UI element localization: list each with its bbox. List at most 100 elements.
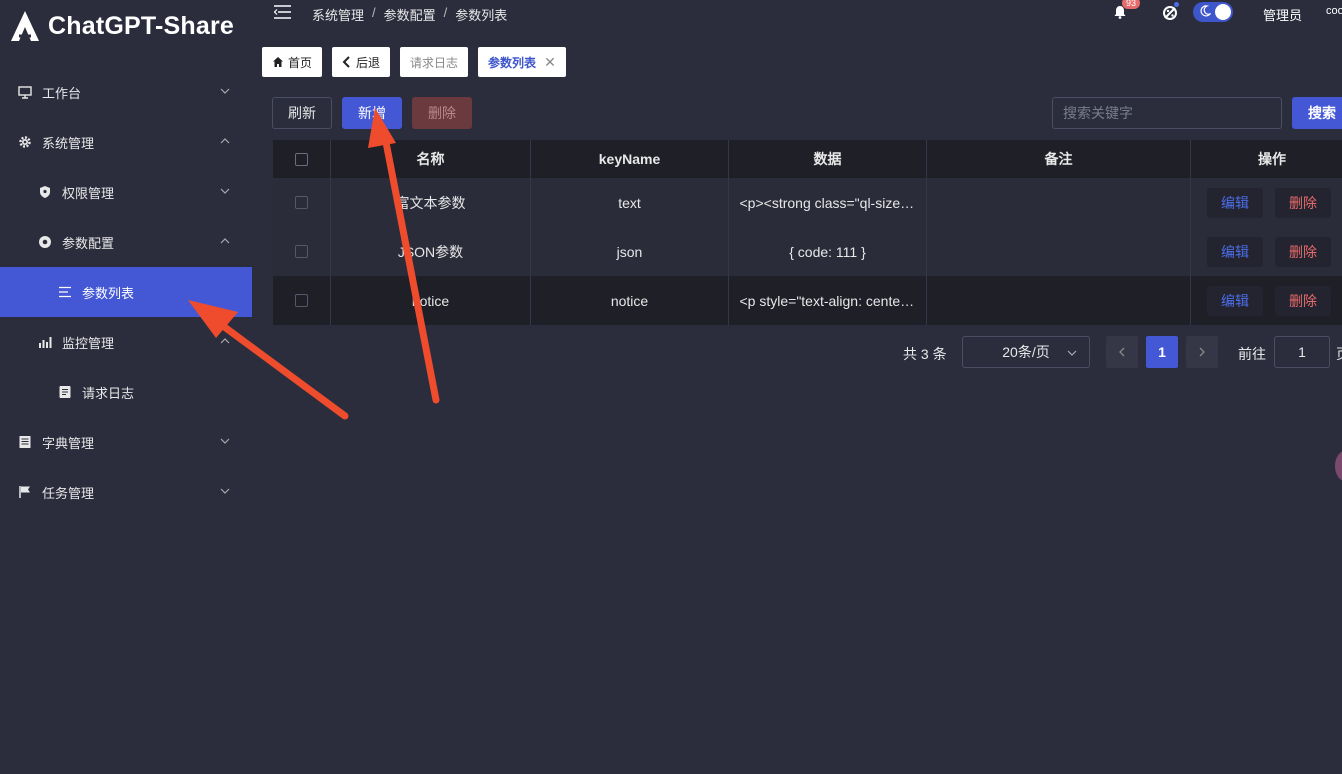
edit-button[interactable]: 编辑	[1207, 236, 1263, 267]
sidebar-item-workbench[interactable]: 工作台	[0, 67, 252, 117]
tag-request-log[interactable]: 请求日志	[400, 47, 469, 77]
tag-back[interactable]: 后退	[332, 47, 391, 77]
sidebar-item-request-log[interactable]: 请求日志	[0, 367, 252, 417]
delete-button[interactable]: 删除	[1275, 285, 1331, 316]
close-icon[interactable]: ✕	[544, 54, 556, 71]
search-input[interactable]	[1052, 97, 1282, 129]
data-cell: { code: 111 }	[729, 227, 927, 276]
batch-delete-button[interactable]: 删除	[412, 97, 472, 129]
monitor-icon	[18, 85, 32, 99]
prev-page-button[interactable]	[1106, 336, 1138, 368]
app-logo[interactable]: ChatGPT-Share	[10, 10, 234, 42]
sidebar-item-system[interactable]: 系统管理	[0, 117, 252, 167]
select-cell	[273, 227, 331, 276]
name-cell: notice	[331, 276, 531, 325]
home-icon	[273, 57, 283, 67]
sidebar: ChatGPT-Share 工作台 系统管理 权限管理 参数配置 参数列表 监控…	[0, 0, 252, 774]
sidebar-item-dictionary[interactable]: 字典管理	[0, 417, 252, 467]
chevron-down-icon	[1067, 350, 1077, 356]
sidebar-item-label: 系统管理	[42, 135, 95, 151]
note-cell	[927, 227, 1191, 276]
goto-page-input[interactable]	[1274, 336, 1330, 368]
page-number-current[interactable]: 1	[1146, 336, 1178, 368]
data-text: <p style="text-align: center;">	[739, 292, 916, 309]
logo-icon	[11, 11, 39, 41]
column-header: keyName	[531, 140, 729, 178]
name-cell: JSON参数	[331, 227, 531, 276]
bar-chart-icon	[38, 335, 52, 349]
refresh-button[interactable]: 刷新	[272, 97, 332, 129]
theme-icon[interactable]	[1162, 5, 1178, 21]
select-all-checkbox[interactable]	[295, 152, 308, 166]
user-extra[interactable]: coo	[1326, 5, 1342, 17]
table-row: 富文本参数 text <p><strong class="ql-size-lar…	[273, 178, 1342, 227]
sidebar-item-permission[interactable]: 权限管理	[0, 167, 252, 217]
status-dot	[1174, 2, 1179, 7]
chevron-down-icon	[220, 188, 230, 194]
book-icon	[18, 435, 32, 449]
data-cell: <p style="text-align: center;">	[729, 276, 927, 325]
tag-home[interactable]: 首页	[262, 47, 323, 77]
chevron-down-icon	[220, 88, 230, 94]
menu-toggle-icon[interactable]	[274, 5, 291, 19]
sidebar-item-label: 任务管理	[42, 485, 95, 501]
chevron-down-icon	[220, 438, 230, 444]
edit-button[interactable]: 编辑	[1207, 187, 1263, 218]
sidebar-item-label: 监控管理	[62, 335, 115, 351]
name-cell: 富文本参数	[331, 178, 531, 227]
table-row: JSON参数 json { code: 111 } 编辑 删除	[273, 227, 1342, 276]
breadcrumb-item[interactable]: 参数配置	[384, 5, 436, 24]
delete-button[interactable]: 删除	[1275, 236, 1331, 267]
data-text: <p><strong class="ql-size-large">	[739, 194, 916, 211]
column-header: 操作	[1258, 151, 1286, 167]
tag-params-list[interactable]: 参数列表 ✕	[478, 47, 566, 77]
breadcrumb: 系统管理 / 参数配置 / 参数列表	[312, 5, 507, 24]
column-header: 数据	[729, 140, 927, 178]
row-checkbox[interactable]	[295, 196, 308, 209]
chevron-up-icon	[220, 338, 230, 344]
floating-button[interactable]	[1335, 451, 1342, 481]
breadcrumb-item: 参数列表	[455, 8, 508, 23]
sidebar-item-label: 字典管理	[42, 435, 95, 451]
delete-button[interactable]: 删除	[1275, 187, 1331, 218]
sidebar-menu: 工作台 系统管理 权限管理 参数配置 参数列表 监控管理 请求日志 字典管理 任…	[0, 67, 252, 517]
circle-icon	[38, 235, 52, 249]
row-checkbox[interactable]	[295, 245, 308, 258]
top-bar: 系统管理 / 参数配置 / 参数列表 93 管理员 coo	[262, 0, 1342, 28]
row-checkbox[interactable]	[295, 294, 308, 307]
column-header: 备注	[927, 140, 1191, 178]
flag-icon	[18, 485, 32, 499]
add-button[interactable]: 新增	[342, 97, 402, 129]
table-header: 名称 keyName 数据 备注 操作	[273, 140, 1342, 178]
page-size-select[interactable]: 20条/页	[962, 336, 1090, 368]
column-header: 名称	[331, 140, 531, 178]
next-page-button[interactable]	[1186, 336, 1218, 368]
sidebar-item-label: 参数列表	[82, 285, 135, 301]
toggle-knob	[1215, 4, 1231, 20]
sidebar-item-label: 请求日志	[82, 385, 135, 401]
key-cell: text	[531, 178, 729, 227]
chevron-left-icon	[1119, 347, 1125, 357]
breadcrumb-item[interactable]: 系统管理	[312, 5, 364, 24]
tag-label: 请求日志	[410, 55, 459, 70]
sidebar-item-params-list[interactable]: 参数列表	[0, 267, 252, 317]
sidebar-item-monitor[interactable]: 监控管理	[0, 317, 252, 367]
edit-button[interactable]: 编辑	[1207, 285, 1263, 316]
page-size-value: 20条/页	[1002, 344, 1050, 360]
document-icon	[58, 385, 72, 399]
sidebar-item-label: 工作台	[42, 85, 82, 101]
sidebar-item-params-config[interactable]: 参数配置	[0, 217, 252, 267]
dark-mode-toggle[interactable]	[1193, 2, 1233, 22]
tag-label: 参数列表	[488, 55, 537, 70]
sidebar-item-label: 权限管理	[62, 185, 115, 201]
chevron-left-icon	[342, 56, 350, 68]
breadcrumb-separator: /	[443, 5, 448, 20]
user-name[interactable]: 管理员	[1263, 5, 1302, 24]
header-select-cell	[273, 140, 331, 178]
data-cell: <p><strong class="ql-size-large">	[729, 178, 927, 227]
sidebar-item-tasks[interactable]: 任务管理	[0, 467, 252, 517]
goto-label: 前往	[1238, 346, 1266, 362]
key-cell: notice	[531, 276, 729, 325]
search-button[interactable]: 搜索	[1292, 97, 1342, 129]
note-cell	[927, 276, 1191, 325]
